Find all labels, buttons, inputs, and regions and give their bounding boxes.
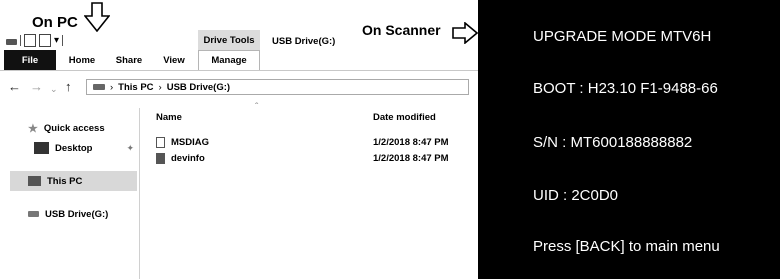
scanner-boot-text: BOOT : H23.10 F1-9488-66: [533, 80, 718, 97]
arrow-right-icon: [452, 22, 478, 44]
pin-icon[interactable]: ✦: [126, 143, 134, 154]
file-list: ˆ Name Date modified MSDIAG 1/2/2018 8:4…: [150, 102, 478, 279]
sidebar-item-desktop[interactable]: Desktop ✦: [34, 138, 138, 158]
sidebar-item-label: Desktop: [55, 142, 93, 154]
back-arrow-icon[interactable]: ←: [8, 79, 21, 95]
toolbar-divider: [20, 34, 21, 46]
toolbar-divider: [62, 34, 64, 46]
file-name: devinfo: [171, 152, 205, 164]
computer-small-icon: [93, 84, 105, 90]
tab-share[interactable]: Share: [106, 50, 152, 70]
file-name: MSDIAG: [171, 136, 209, 148]
file-row[interactable]: devinfo 1/2/2018 8:47 PM: [156, 150, 476, 166]
sidebar-item-label: This PC: [47, 175, 83, 187]
pc-explorer-panel: On PC On Scanner ▾ Drive Tools USB Drive…: [0, 0, 478, 279]
sidebar-item-usb-drive[interactable]: USB Drive(G:): [28, 204, 138, 224]
tab-manage[interactable]: Manage: [198, 50, 260, 70]
sidebar-item-this-pc[interactable]: This PC: [10, 171, 137, 191]
quick-access-toolbar: ▾: [6, 33, 64, 47]
navigation-bar: ← → ⌄ ↑ › This PC › USB Drive(G:): [0, 77, 478, 99]
star-icon: ★: [28, 122, 38, 135]
customize-toolbar-icon[interactable]: ▾: [54, 35, 59, 46]
scanner-instruction-text: Press [BACK] to main menu: [533, 238, 720, 255]
computer-icon: [28, 176, 41, 186]
address-bar[interactable]: › This PC › USB Drive(G:): [86, 79, 469, 95]
ribbon-divider: [0, 70, 478, 71]
breadcrumb-usb-drive[interactable]: USB Drive(G:): [167, 82, 230, 93]
file-icon: [156, 152, 165, 164]
window-title: USB Drive(G:): [272, 36, 336, 47]
file-row[interactable]: MSDIAG 1/2/2018 8:47 PM: [156, 134, 476, 150]
recent-locations-icon[interactable]: ⌄: [50, 81, 58, 97]
caption-on-scanner: On Scanner: [362, 22, 441, 38]
sidebar-item-label: Quick access: [43, 122, 105, 134]
drive-tools-context-label: Drive Tools: [198, 30, 260, 50]
sidebar-item-label: USB Drive(G:): [45, 208, 109, 220]
up-arrow-icon[interactable]: ↑: [65, 79, 72, 95]
drive-small-icon: [6, 39, 17, 45]
scanner-mode-text: UPGRADE MODE MTV6H: [533, 28, 712, 45]
ribbon-tabs: File Home Share View Manage: [0, 50, 478, 70]
column-header-name[interactable]: Name: [156, 112, 182, 123]
sidebar-item-quick-access[interactable]: ★ Quick access: [28, 118, 138, 138]
arrow-down-icon: [84, 2, 110, 32]
desktop-icon: [34, 142, 49, 154]
navigation-sidebar: ★ Quick access Desktop ✦ This PC USB Dri…: [0, 108, 140, 279]
properties-icon[interactable]: [24, 33, 36, 47]
sort-caret-icon: ˆ: [255, 102, 259, 113]
usb-drive-icon: [28, 211, 39, 217]
tab-view[interactable]: View: [152, 50, 196, 70]
scanner-display: UPGRADE MODE MTV6H BOOT : H23.10 F1-9488…: [478, 0, 780, 279]
new-folder-icon[interactable]: [39, 33, 51, 47]
file-icon: [156, 136, 165, 148]
file-date: 1/2/2018 8:47 PM: [373, 136, 449, 148]
caption-on-pc: On PC: [32, 14, 78, 31]
scanner-uid-text: UID : 2C0D0: [533, 187, 619, 204]
tab-file[interactable]: File: [4, 50, 56, 70]
forward-arrow-icon[interactable]: →: [30, 79, 43, 95]
file-date: 1/2/2018 8:47 PM: [373, 152, 449, 164]
column-header-date-modified[interactable]: Date modified: [373, 112, 436, 123]
tab-home[interactable]: Home: [60, 50, 104, 70]
breadcrumb-separator: ›: [110, 81, 114, 93]
scanner-serial-text: S/N : MT600188888882: [533, 134, 693, 151]
breadcrumb-separator: ›: [158, 81, 162, 93]
breadcrumb-this-pc[interactable]: This PC: [118, 82, 153, 93]
